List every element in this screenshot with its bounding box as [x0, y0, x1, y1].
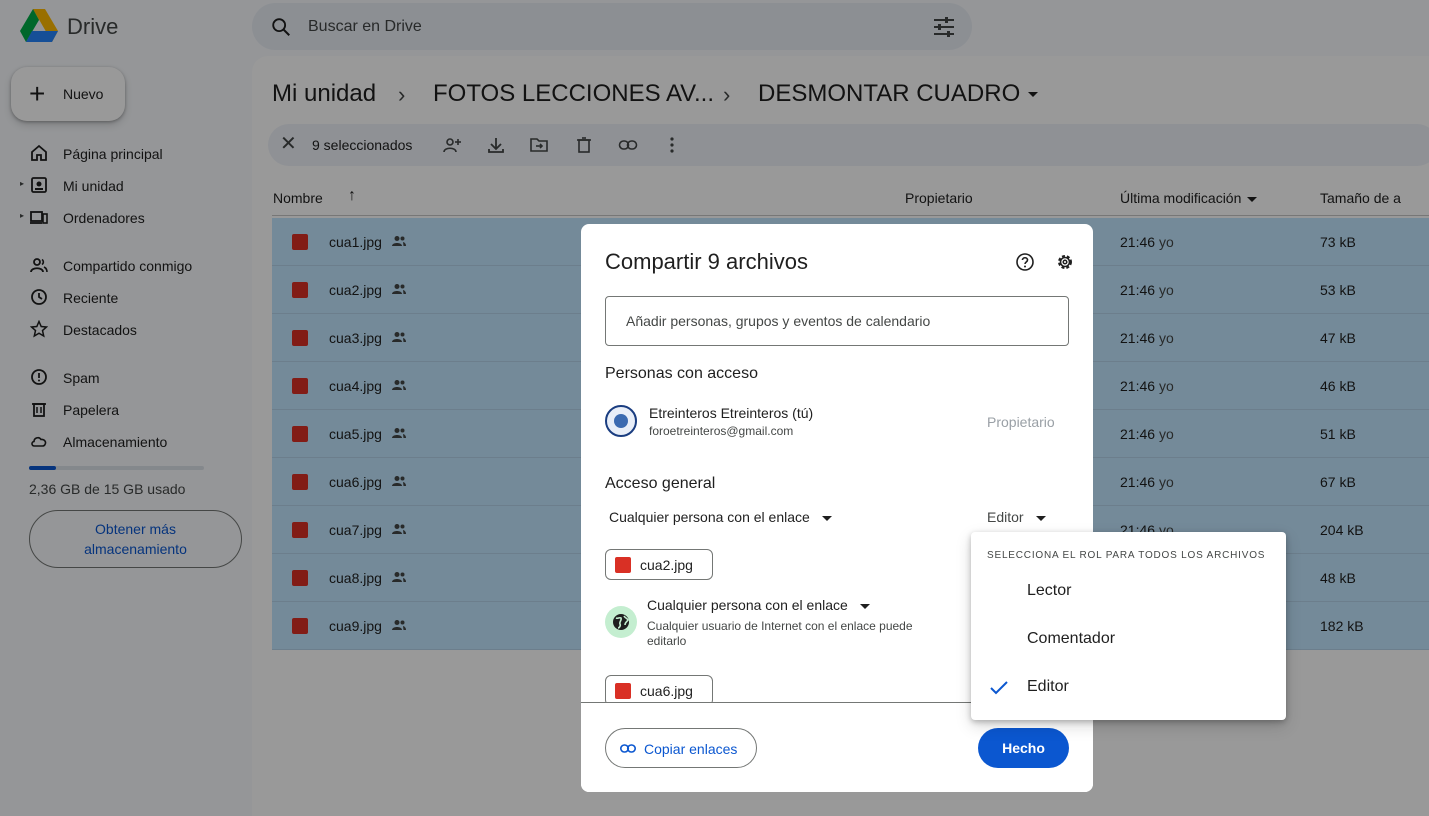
role-option-editor[interactable]: Editor [971, 664, 1286, 712]
link-access-dropdown[interactable]: Cualquier persona con el enlace [647, 597, 870, 613]
role-option-label: Editor [1027, 678, 1069, 695]
image-file-icon [615, 683, 631, 699]
file-chip[interactable]: cua2.jpg [605, 549, 713, 580]
person-name: Etreinteros Etreinteros (tú) [649, 405, 814, 421]
check-icon [990, 681, 1008, 695]
caret-down-icon [821, 515, 832, 521]
dialog-title: Compartir 9 archivos [605, 249, 808, 274]
copy-links-label: Copiar enlaces [644, 741, 738, 757]
role-menu-header: SELECCIONA EL ROL PARA TODOS LOS ARCHIVO… [987, 550, 1266, 561]
role-menu: SELECCIONA EL ROL PARA TODOS LOS ARCHIVO… [971, 532, 1286, 720]
globe-icon [605, 606, 637, 638]
caret-down-icon [859, 603, 870, 609]
avatar [605, 405, 637, 437]
file-chip-label: cua2.jpg [640, 557, 693, 573]
general-role-value: Editor [987, 509, 1024, 525]
image-file-icon [615, 557, 631, 573]
person-role: Propietario [987, 414, 1055, 430]
caret-down-icon [1035, 515, 1046, 521]
general-role-dropdown[interactable]: Editor [987, 509, 1046, 525]
role-option-reader[interactable]: Lector [971, 568, 1286, 616]
role-option-commenter[interactable]: Comentador [971, 616, 1286, 664]
role-option-label: Lector [1027, 582, 1072, 599]
gear-icon[interactable] [1055, 252, 1075, 272]
general-access-value: Cualquier persona con el enlace [609, 509, 810, 525]
general-access-title: Acceso general [605, 475, 716, 492]
general-access-dropdown[interactable]: Cualquier persona con el enlace [609, 509, 832, 525]
copy-links-button[interactable]: Copiar enlaces [605, 728, 757, 768]
people-with-access-title: Personas con acceso [605, 365, 758, 382]
link-access-description: Cualquier usuario de Internet con el enl… [647, 619, 913, 648]
link-access-value: Cualquier persona con el enlace [647, 597, 848, 613]
done-button[interactable]: Hecho [978, 728, 1069, 768]
link-icon [620, 744, 636, 753]
help-icon[interactable] [1015, 252, 1035, 272]
person-email: foroetreinteros@gmail.com [649, 424, 794, 438]
add-people-input[interactable] [605, 296, 1069, 346]
role-option-label: Comentador [1027, 630, 1116, 647]
file-chip-label: cua6.jpg [640, 683, 693, 699]
